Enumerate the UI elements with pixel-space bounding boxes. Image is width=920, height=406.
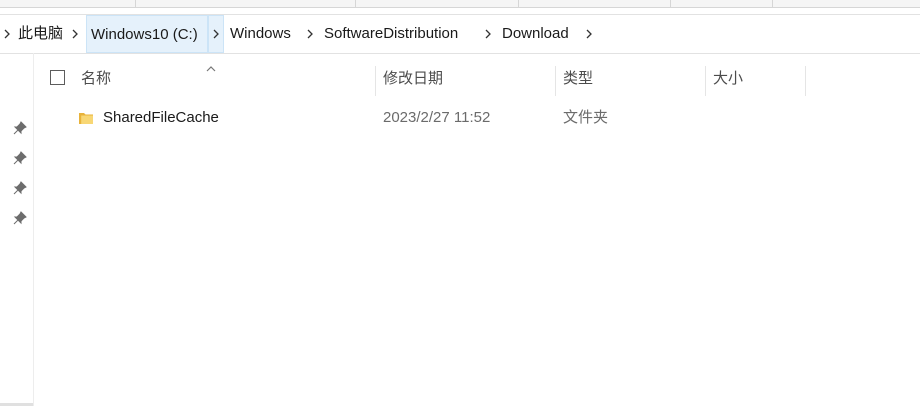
breadcrumb-drive-c[interactable]: Windows10 (C:) — [86, 15, 208, 53]
breadcrumb-windows[interactable]: Windows — [230, 15, 291, 53]
column-divider[interactable] — [555, 66, 556, 96]
column-header-name[interactable]: 名称 — [81, 66, 371, 96]
column-header-size[interactable]: 大小 — [713, 66, 803, 96]
chevron-right-icon[interactable] — [208, 15, 224, 53]
chevron-right-icon[interactable] — [2, 15, 12, 53]
pin-icon[interactable] — [13, 151, 27, 165]
folder-icon — [78, 110, 94, 126]
ribbon-strip — [0, 0, 920, 8]
column-divider[interactable] — [805, 66, 806, 96]
column-header-row: 名称 修改日期 类型 大小 — [34, 53, 920, 101]
chevron-right-icon[interactable] — [305, 15, 315, 53]
file-row[interactable]: SharedFileCache 2023/2/27 11:52 文件夹 — [34, 103, 920, 133]
column-divider[interactable] — [375, 66, 376, 96]
breadcrumb-download[interactable]: Download — [502, 15, 569, 53]
pin-icon[interactable] — [13, 181, 27, 195]
ribbon-separator — [355, 0, 356, 7]
breadcrumb-softwaredistribution[interactable]: SoftwareDistribution — [324, 15, 458, 53]
navigation-pane — [0, 53, 34, 406]
file-date-modified: 2023/2/27 11:52 — [383, 109, 491, 126]
pin-icon[interactable] — [13, 121, 27, 135]
chevron-right-icon[interactable] — [584, 15, 594, 53]
pin-icon[interactable] — [13, 211, 27, 225]
chevron-right-icon[interactable] — [70, 15, 80, 53]
ribbon-separator — [772, 0, 773, 7]
file-type: 文件夹 — [563, 109, 609, 126]
select-all-checkbox[interactable] — [50, 70, 65, 85]
ribbon-separator — [670, 0, 671, 7]
address-bar[interactable]: 此电脑 Windows10 (C:) Windows SoftwareDistr… — [0, 14, 920, 54]
column-header-date-modified[interactable]: 修改日期 — [383, 66, 553, 96]
file-name[interactable]: SharedFileCache — [103, 103, 219, 133]
column-header-type[interactable]: 类型 — [563, 66, 703, 96]
ribbon-separator — [135, 0, 136, 7]
ribbon-separator — [518, 0, 519, 7]
column-divider[interactable] — [705, 66, 706, 96]
breadcrumb-this-pc[interactable]: 此电脑 — [18, 15, 63, 53]
chevron-right-icon[interactable] — [483, 15, 493, 53]
